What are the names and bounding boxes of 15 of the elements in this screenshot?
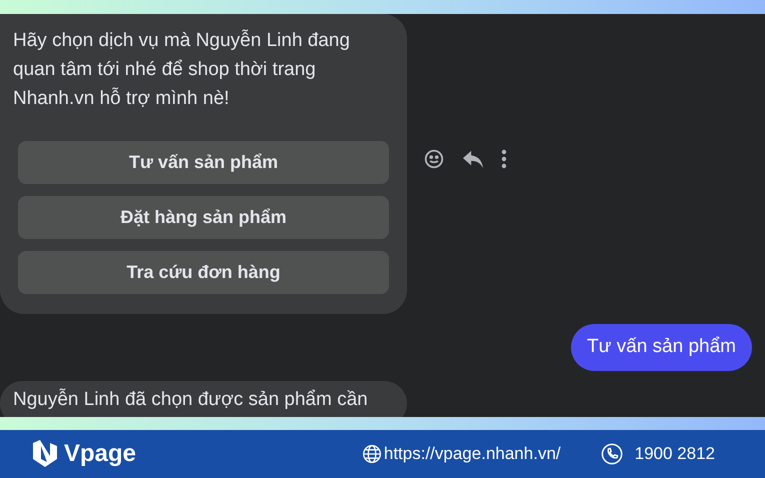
emoji-icon[interactable] [423, 148, 445, 170]
website-link[interactable]: https://vpage.nhanh.vn/ [384, 441, 561, 467]
message-text: Tư vấn sản phẩm [587, 335, 736, 360]
more-icon[interactable] [501, 149, 507, 169]
brand-name: Vpage [64, 439, 136, 469]
quick-reply-button[interactable]: Tra cứu đơn hàng [18, 251, 389, 294]
quick-reply-button[interactable]: Đặt hàng sản phẩm [18, 196, 389, 239]
reply-icon[interactable] [462, 149, 484, 169]
message-text: Nguyễn Linh đã chọn được sản phẩm cần [13, 388, 369, 412]
quick-reply-button[interactable]: Tư vấn sản phẩm [18, 141, 389, 184]
phone-number: 1900 2812 [634, 443, 715, 466]
globe-icon [362, 444, 382, 464]
phone-icon [600, 443, 623, 465]
logo-icon [30, 439, 60, 469]
message-text: Hãy chọn dịch vụ mà Nguyễn Linh đang quan tâm tới nhé để shop thời trang Nhanh.vn hỗ trợ mình nè! [13, 28, 351, 111]
